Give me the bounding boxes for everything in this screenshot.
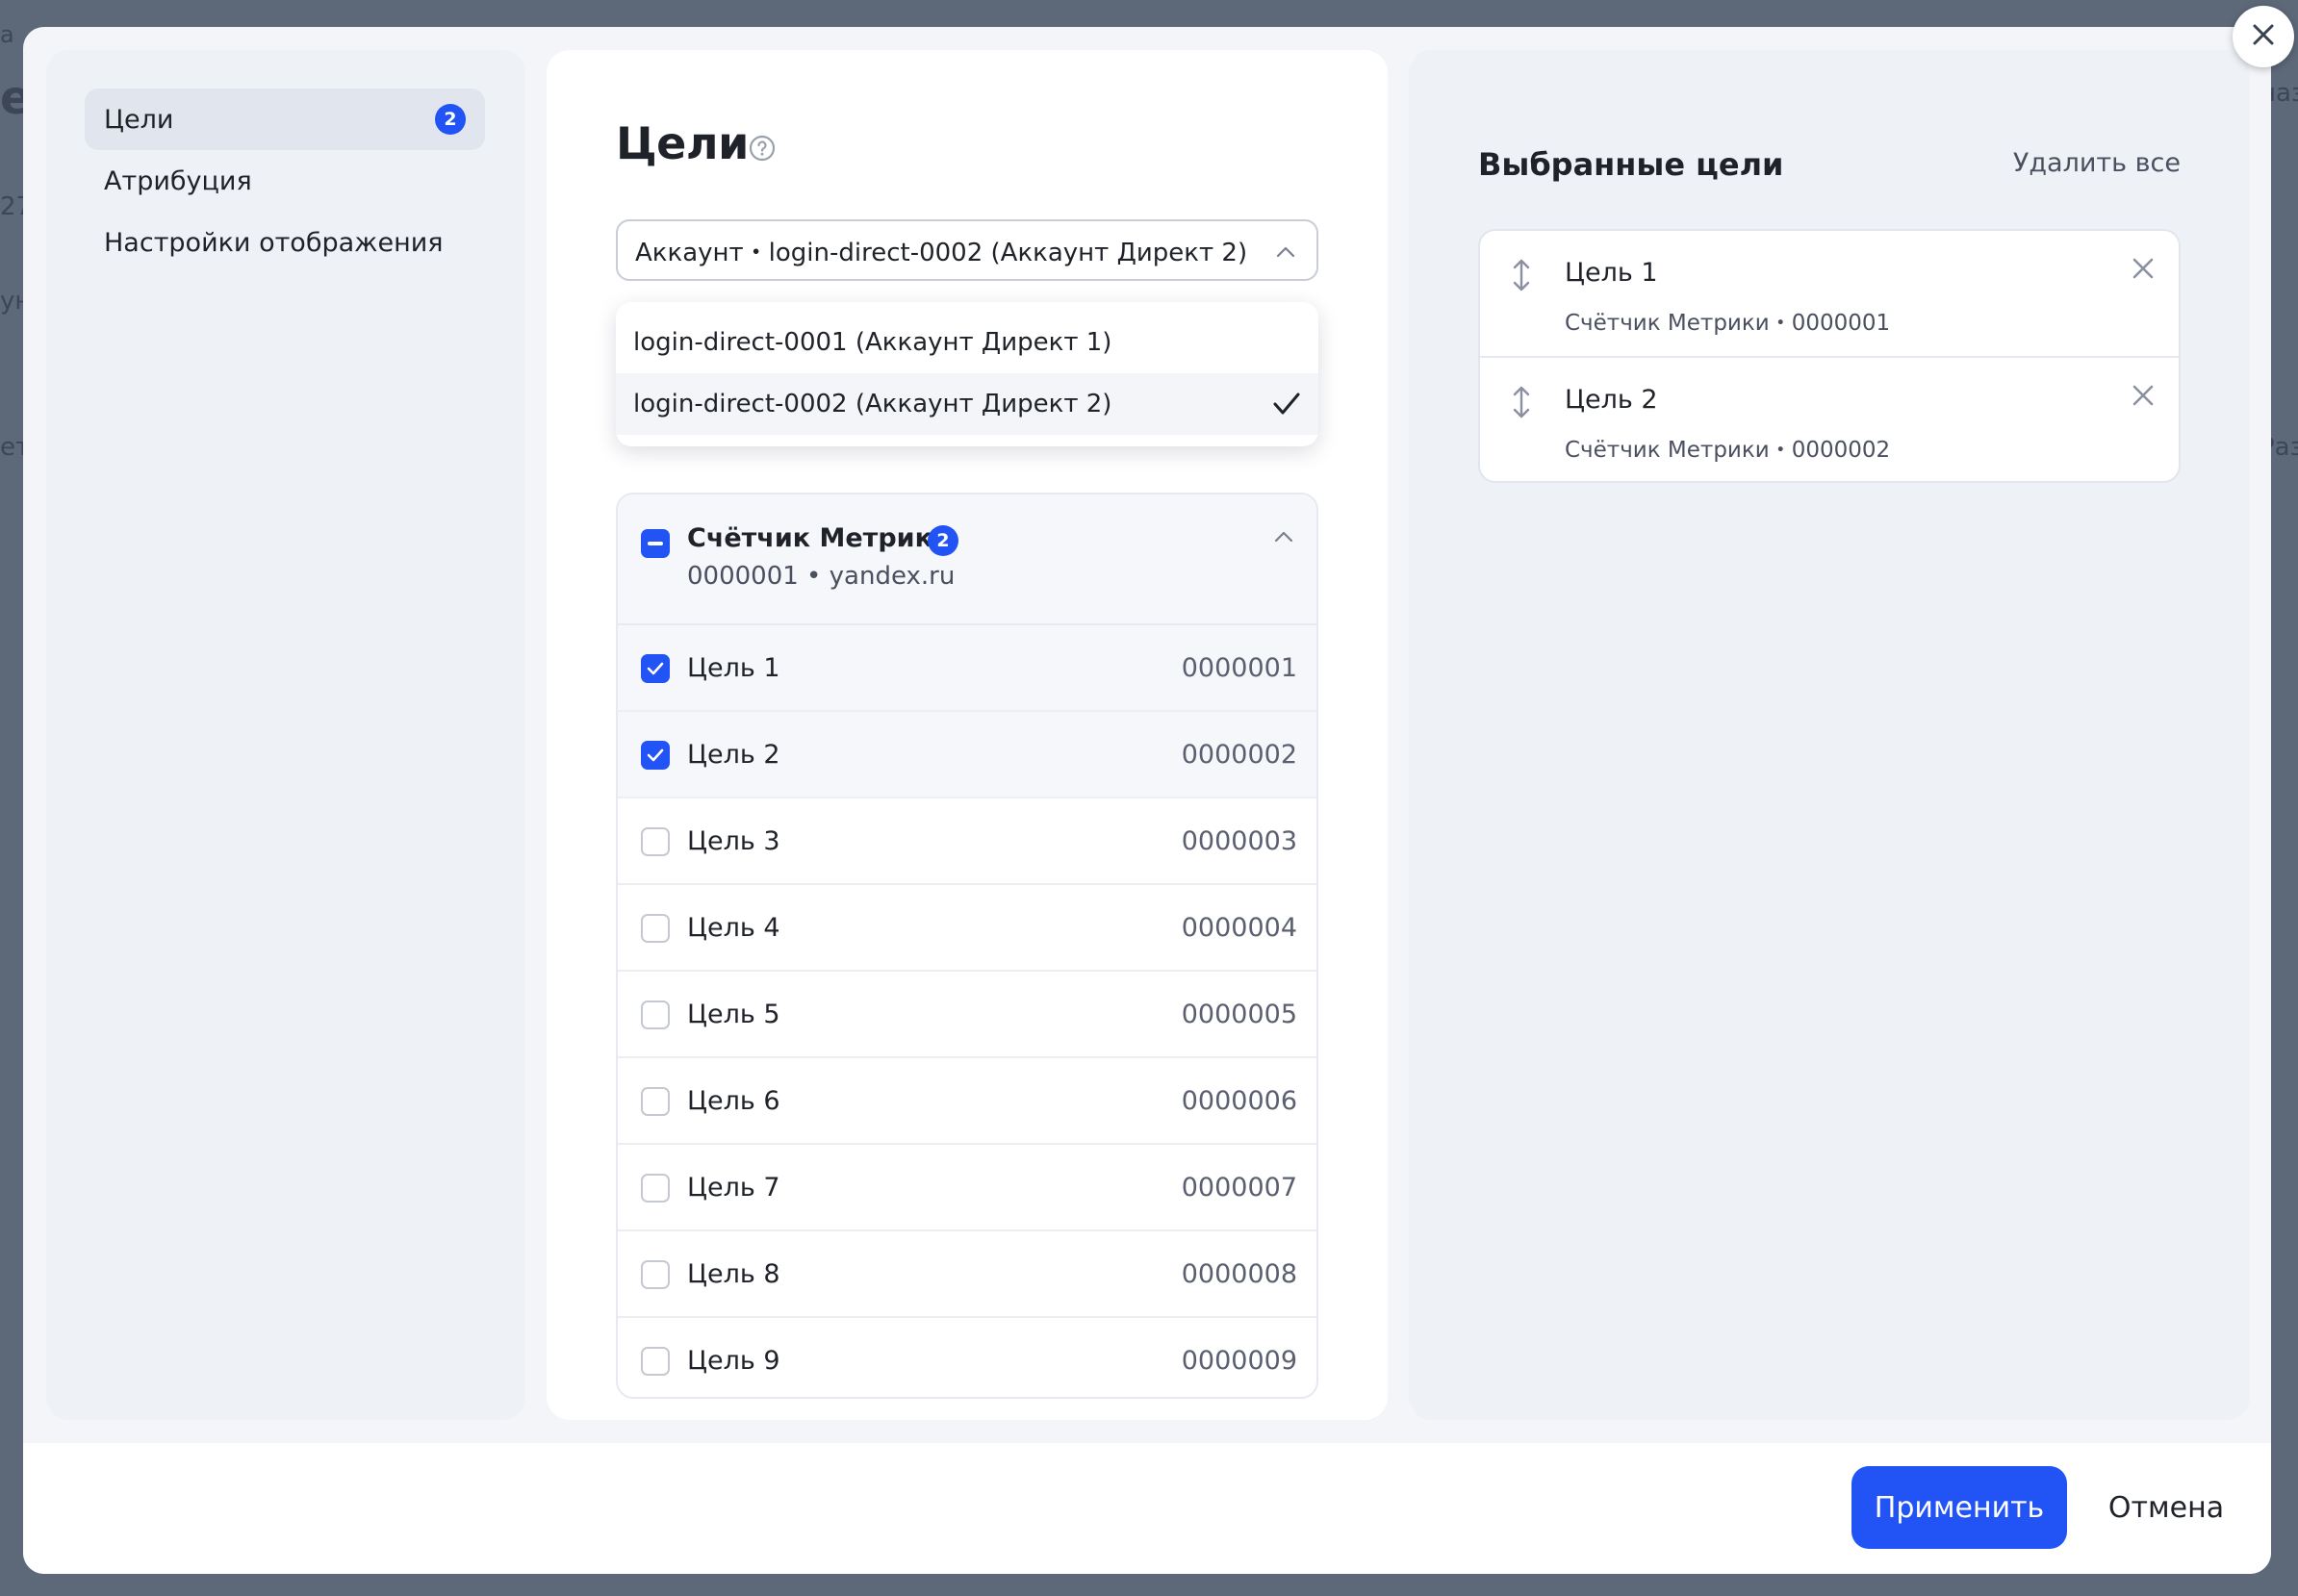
goal-checkbox[interactable]	[641, 1260, 670, 1289]
counter-checkbox[interactable]	[641, 529, 670, 558]
goal-row[interactable]: Цель 4 0000004	[618, 885, 1316, 972]
goal-id: 0000004	[1181, 912, 1297, 943]
drag-handle-icon[interactable]	[1511, 258, 1532, 296]
nav-item-label: Атрибуция	[104, 165, 252, 196]
selected-goals-title: Выбранные цели	[1478, 146, 1784, 183]
goal-row[interactable]: Цель 9 0000009	[618, 1318, 1316, 1397]
goals-panel: Цели Аккаунт・login-direct-0002 (Аккаунт …	[547, 50, 1388, 1420]
dropdown-option[interactable]: login-direct-0001 (Аккаунт Директ 1)	[616, 312, 1318, 373]
goal-checkbox[interactable]	[641, 827, 670, 856]
goal-id: 0000002	[1181, 739, 1297, 770]
goal-checkbox[interactable]	[641, 914, 670, 943]
goal-name: Цель 8	[687, 1258, 780, 1289]
goal-row[interactable]: Цель 5 0000005	[618, 972, 1316, 1058]
selected-goals-list: Цель 1 Счётчик Метрики・0000001 Цель 2 Сч…	[1478, 229, 2181, 483]
count-badge: 2	[928, 525, 958, 556]
account-select[interactable]: Аккаунт・login-direct-0002 (Аккаунт Дирек…	[616, 219, 1318, 281]
goal-row[interactable]: Цель 2 0000002	[618, 712, 1316, 798]
goal-name: Цель 2	[687, 739, 780, 770]
apply-button[interactable]: Применить	[1851, 1466, 2067, 1549]
goal-id: 0000003	[1181, 825, 1297, 856]
goal-checkbox[interactable]	[641, 1087, 670, 1116]
chevron-up-icon[interactable]	[1272, 525, 1295, 552]
selected-goals-panel: Выбранные цели Удалить все Цель 1 Счётчи…	[1409, 50, 2250, 1420]
page-title: Цели	[616, 117, 749, 169]
remove-icon[interactable]	[2131, 383, 2156, 412]
nav-item-display-settings[interactable]: Настройки отображения	[85, 212, 485, 273]
goal-checkbox[interactable]	[641, 654, 670, 683]
goal-name: Цель 7	[687, 1172, 780, 1203]
goal-checkbox[interactable]	[641, 741, 670, 770]
dropdown-option-label: login-direct-0002 (Аккаунт Директ 2)	[633, 390, 1112, 418]
background-text: а	[0, 21, 14, 48]
account-select-value: Аккаунт・login-direct-0002 (Аккаунт Дирек…	[635, 238, 1248, 267]
goal-id: 0000006	[1181, 1085, 1297, 1116]
goal-name: Цель 4	[687, 912, 780, 943]
count-badge: 2	[435, 104, 466, 135]
goals-list: Счётчик Метрики 2 0000001 • yandex.ru Це…	[616, 493, 1318, 1399]
goal-checkbox[interactable]	[641, 1347, 670, 1376]
dropdown-option-label: login-direct-0001 (Аккаунт Директ 1)	[633, 328, 1112, 357]
goals-modal: Цели 2 Атрибуция Настройки отображения Ц…	[23, 27, 2271, 1574]
counter-subtitle: 0000001 • yandex.ru	[687, 562, 956, 591]
nav-item-label: Цели	[104, 104, 174, 135]
goal-name: Цель 9	[687, 1345, 780, 1376]
counter-name: Счётчик Метрики	[687, 523, 951, 553]
selected-goal-name: Цель 2	[1565, 385, 1658, 415]
selected-goal-item: Цель 1 Счётчик Метрики・0000001	[1480, 231, 2179, 356]
modal-footer: Применить Отмена	[23, 1443, 2271, 1574]
cancel-button[interactable]: Отмена	[2084, 1466, 2248, 1549]
goal-name: Цель 5	[687, 999, 780, 1029]
nav-item-goals[interactable]: Цели 2	[85, 89, 485, 150]
selected-goal-subtitle: Счётчик Метрики・0000002	[1565, 438, 1891, 463]
goal-id: 0000007	[1181, 1172, 1297, 1203]
help-icon[interactable]	[749, 135, 776, 165]
nav-item-label: Настройки отображения	[104, 227, 444, 258]
goal-id: 0000001	[1181, 652, 1297, 683]
goal-name: Цель 6	[687, 1085, 780, 1116]
selected-goal-item: Цель 2 Счётчик Метрики・0000002	[1480, 356, 2179, 481]
selected-goal-subtitle: Счётчик Метрики・0000001	[1565, 311, 1891, 336]
goal-id: 0000005	[1181, 999, 1297, 1029]
settings-nav: Цели 2 Атрибуция Настройки отображения	[46, 50, 525, 1420]
drag-handle-icon[interactable]	[1511, 385, 1532, 423]
counter-group-header: Счётчик Метрики 2 0000001 • yandex.ru	[618, 494, 1316, 625]
check-icon	[1272, 391, 1301, 424]
close-icon	[2251, 22, 2276, 51]
chevron-up-icon	[1274, 241, 1297, 270]
goal-id: 0000008	[1181, 1258, 1297, 1289]
goal-name: Цель 1	[687, 652, 780, 683]
dropdown-option[interactable]: login-direct-0002 (Аккаунт Директ 2)	[616, 373, 1318, 435]
goal-name: Цель 3	[687, 825, 780, 856]
goal-row[interactable]: Цель 6 0000006	[618, 1058, 1316, 1145]
goal-row[interactable]: Цель 7 0000007	[618, 1145, 1316, 1231]
account-dropdown: login-direct-0001 (Аккаунт Директ 1) log…	[616, 302, 1318, 446]
close-button[interactable]	[2233, 6, 2294, 67]
goal-row[interactable]: Цель 8 0000008	[618, 1231, 1316, 1318]
delete-all-button[interactable]: Удалить все	[2013, 148, 2181, 178]
goal-checkbox[interactable]	[641, 1174, 670, 1203]
nav-item-attribution[interactable]: Атрибуция	[85, 150, 485, 212]
goal-id: 0000009	[1181, 1345, 1297, 1376]
goal-checkbox[interactable]	[641, 1001, 670, 1029]
remove-icon[interactable]	[2131, 256, 2156, 285]
goal-row[interactable]: Цель 1 0000001	[618, 625, 1316, 712]
goal-row[interactable]: Цель 3 0000003	[618, 798, 1316, 885]
selected-goal-name: Цель 1	[1565, 258, 1658, 288]
